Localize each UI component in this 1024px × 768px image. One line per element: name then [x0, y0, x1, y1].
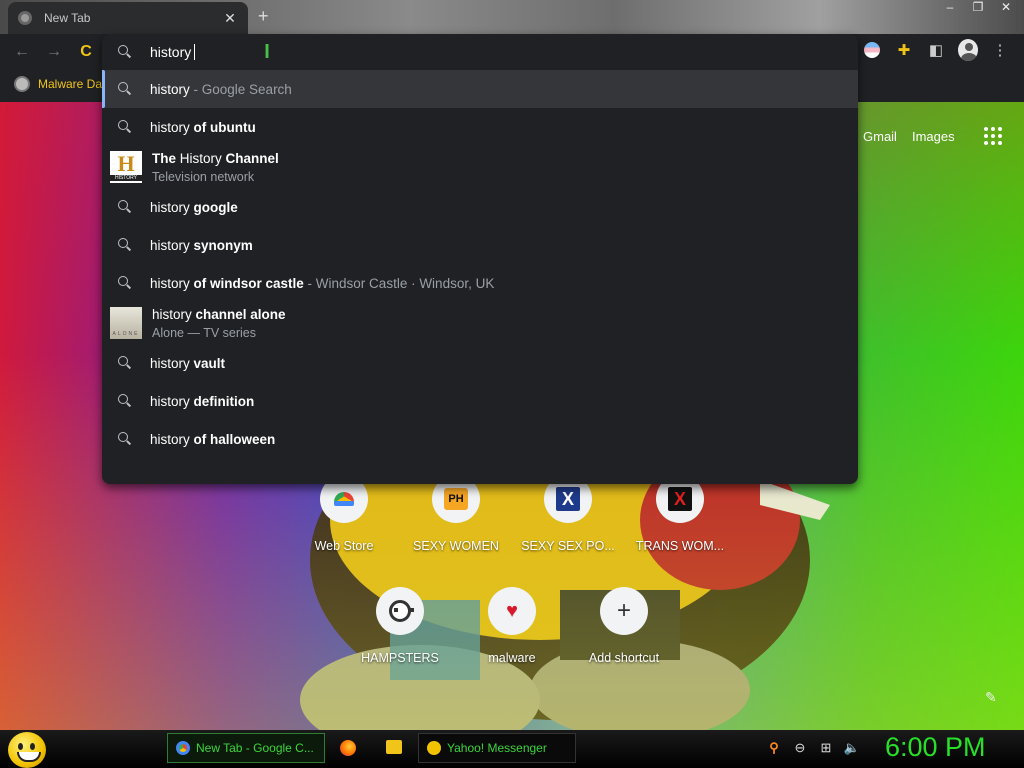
tray-search-icon[interactable]: ⚲ [766, 740, 782, 756]
shortcut-label: malware [488, 651, 536, 665]
x-blue-icon: X [556, 487, 580, 511]
shortcut-hampsters[interactable]: HAMPSTERS [344, 587, 456, 665]
suggestion-item[interactable]: history of windsor castle - Windsor Cast… [102, 264, 858, 302]
close-window-button[interactable]: ✕ [996, 0, 1016, 14]
suggestion-item-entity[interactable]: ALONE history channel alone Alone — TV s… [102, 302, 858, 344]
shortcut-web-store[interactable]: Web Store [288, 475, 400, 553]
chrome-icon [176, 741, 190, 755]
shortcut-malware[interactable]: ♥ malware [456, 587, 568, 665]
apps-grid-icon[interactable] [983, 127, 1002, 145]
shortcut-label: Add shortcut [588, 651, 660, 665]
bookmark-malware[interactable]: Malware Da [14, 76, 102, 92]
system-tray: ⚲ ⊖ ⊞ 🔈 [766, 740, 860, 756]
tab-new-tab[interactable]: New Tab ✕ [8, 2, 248, 34]
add-shortcut-button[interactable]: + Add shortcut [568, 587, 680, 665]
back-button[interactable]: ← [12, 42, 32, 62]
text-caret [194, 44, 196, 60]
extensions-puzzle-icon[interactable]: ✚ [894, 40, 914, 60]
shortcut-label: TRANS WOM... [635, 539, 725, 553]
tab-strip: New Tab ✕ + – ❐ ✕ [0, 0, 1024, 34]
shortcut-trans-wom[interactable]: X TRANS WOM... [624, 475, 736, 553]
search-icon [118, 432, 132, 446]
suggestion-item-entity[interactable]: H HISTORY The History Channel Television… [102, 146, 858, 188]
suggestion-item[interactable]: history - Google Search [102, 70, 858, 108]
suggestion-list: history - Google Search history of ubunt… [102, 70, 858, 458]
omnibox-input[interactable]: history [102, 34, 858, 70]
toolbar-actions: ✚ ◧ ⋮ [862, 39, 1010, 61]
search-icon [118, 356, 132, 370]
panda-icon [389, 600, 414, 622]
search-icon [118, 200, 132, 214]
side-panel-icon[interactable]: ◧ [926, 40, 946, 60]
tab-title: New Tab [44, 11, 91, 25]
profile-avatar-icon[interactable] [958, 39, 978, 61]
tray-minus-icon[interactable]: ⊖ [792, 740, 808, 756]
alone-series-thumbnail: ALONE [110, 307, 142, 339]
new-tab-button[interactable]: + [258, 6, 269, 27]
search-icon [118, 120, 132, 134]
shortcut-label: Web Store [314, 539, 374, 553]
minimize-button[interactable]: – [940, 0, 960, 14]
taskbar: New Tab - Google C... Yahoo! Messenger ⚲… [0, 730, 1024, 768]
menu-kebab-icon[interactable]: ⋮ [990, 40, 1010, 60]
close-tab-icon[interactable]: ✕ [222, 10, 238, 27]
suggestion-item[interactable]: history vault [102, 344, 858, 382]
ibeam-cursor-icon: I [264, 41, 270, 63]
taskbar-chrome-label: New Tab - Google C... [196, 741, 314, 755]
history-channel-logo: H HISTORY [110, 151, 142, 183]
x-red-icon: X [668, 487, 692, 511]
taskbar-clock[interactable]: 6:00 PM [885, 732, 986, 763]
images-link[interactable]: Images [912, 129, 955, 144]
gmail-link[interactable]: Gmail [863, 129, 897, 144]
suggestion-item[interactable]: history definition [102, 382, 858, 420]
taskbar-chrome-window[interactable]: New Tab - Google C... [167, 733, 325, 763]
search-icon [118, 276, 132, 290]
extension-flag-icon[interactable] [862, 40, 882, 60]
yahoo-smiley-icon [427, 741, 441, 755]
shortcut-label: SEXY WOMEN [413, 539, 499, 553]
search-icon [118, 45, 132, 59]
forward-button[interactable]: → [44, 42, 64, 62]
shortcut-label: HAMPSTERS [361, 651, 439, 665]
chrome-favicon-icon [18, 11, 32, 25]
shortcut-label: SEXY SEX PO... [521, 539, 615, 553]
tray-volume-icon[interactable]: 🔈 [844, 740, 860, 756]
tray-network-icon[interactable]: ⊞ [818, 740, 834, 756]
search-icon [118, 82, 132, 96]
plus-icon: + [616, 597, 631, 624]
globe-icon [14, 76, 30, 92]
heart-icon: ♥ [506, 599, 518, 622]
ph-icon: PH [444, 488, 468, 510]
search-icon [118, 394, 132, 408]
firefox-icon[interactable] [340, 740, 356, 756]
restore-button[interactable]: ❐ [968, 0, 988, 14]
shortcut-sexy-sex-po[interactable]: X SEXY SEX PO... [512, 475, 624, 553]
shortcut-sexy-women[interactable]: PH SEXY WOMEN [400, 475, 512, 553]
folder-icon[interactable] [386, 740, 402, 754]
omnibox-query: history [150, 44, 192, 60]
omnibox-dropdown: history I history - Google Search histor… [102, 34, 858, 484]
start-smiley-icon[interactable] [8, 732, 46, 768]
search-icon [118, 238, 132, 252]
ntp-header-links: Gmail Images [863, 127, 1002, 145]
suggestion-item[interactable]: history of ubuntu [102, 108, 858, 146]
customize-pencil-icon[interactable]: ✎ [985, 689, 997, 706]
taskbar-yahoo-label: Yahoo! Messenger [447, 741, 547, 755]
window-controls: – ❐ ✕ [940, 0, 1016, 14]
reload-button[interactable]: C [76, 42, 96, 62]
suggestion-item[interactable]: history google [102, 188, 858, 226]
webstore-icon [334, 492, 354, 506]
bookmark-label: Malware Da [38, 77, 103, 91]
suggestion-item[interactable]: history of halloween [102, 420, 858, 458]
suggestion-item[interactable]: history synonym [102, 226, 858, 264]
taskbar-yahoo-window[interactable]: Yahoo! Messenger [418, 733, 576, 763]
